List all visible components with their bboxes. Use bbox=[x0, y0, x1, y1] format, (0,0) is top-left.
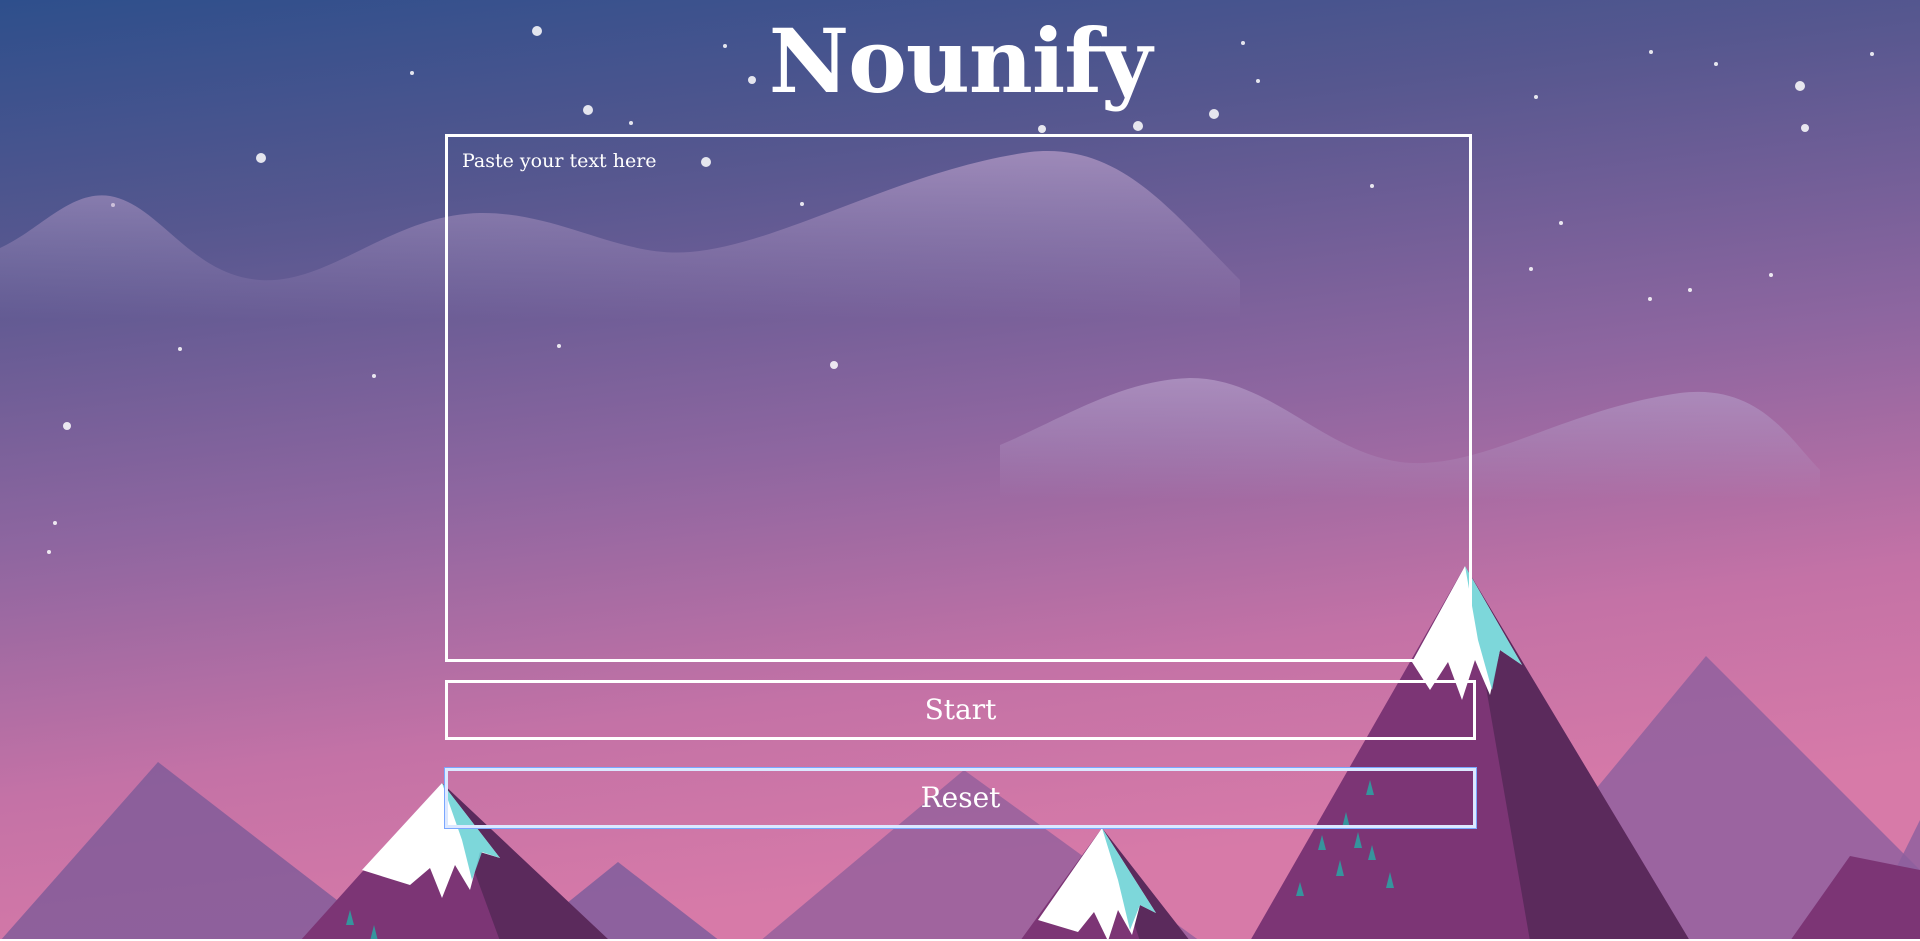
background-scene: Nounify Start Reset bbox=[0, 0, 1920, 941]
start-button[interactable]: Start bbox=[445, 680, 1476, 740]
text-input[interactable] bbox=[445, 134, 1472, 662]
reset-button[interactable]: Reset bbox=[445, 768, 1476, 828]
app-title: Nounify bbox=[768, 9, 1153, 113]
